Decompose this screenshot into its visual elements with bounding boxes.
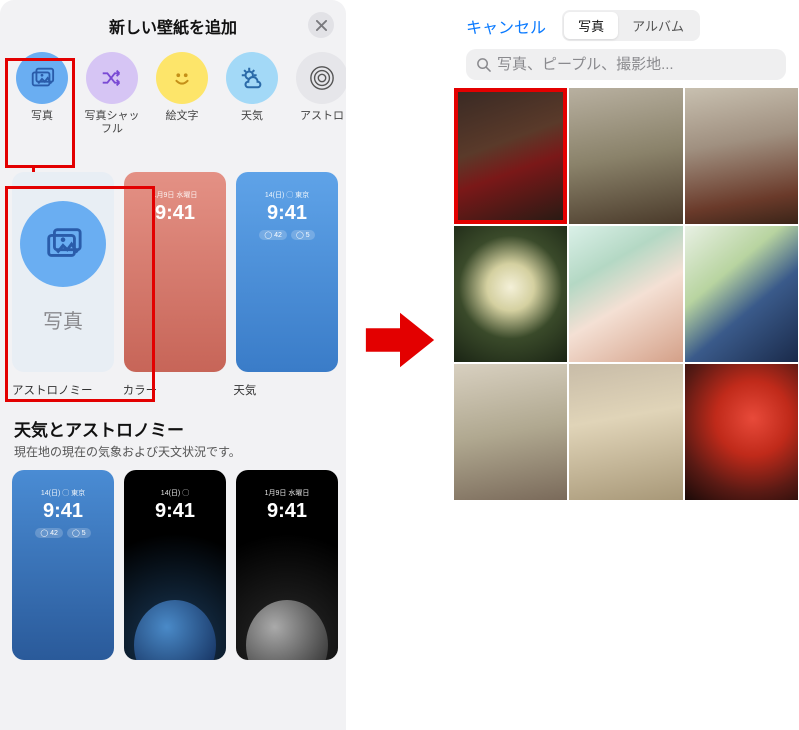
tile-widget-row: ◯ 42 ◯ 5: [22, 528, 104, 538]
add-wallpaper-screen: 新しい壁紙を追加 写真: [0, 0, 346, 730]
photo-thumbnail[interactable]: [454, 364, 567, 500]
search-input[interactable]: [497, 56, 776, 73]
photo-thumbnail[interactable]: [569, 88, 682, 224]
astronomy-icon: [309, 65, 335, 91]
caption-weather: 天気: [233, 382, 334, 398]
category-row: 写真 写真シャッフル: [0, 48, 346, 142]
category-emoji[interactable]: 絵文字: [154, 52, 210, 136]
tile-date-label: 14(日) ◯ 東京: [12, 488, 114, 498]
category-label: アストロ: [300, 110, 344, 123]
modal-header: 新しい壁紙を追加: [0, 0, 346, 48]
tile-time-label: 9:41: [236, 202, 338, 225]
wallpaper-tile-weather[interactable]: 14(日) ◯ 東京 9:41 ◯ 42 ◯ 5: [236, 172, 338, 372]
tile-weather-live[interactable]: 14(日) ◯ 東京 9:41 ◯ 42 ◯ 5: [12, 470, 114, 660]
category-label: 絵文字: [166, 110, 199, 123]
category-astronomy[interactable]: アストロ: [294, 52, 346, 136]
photo-thumbnail-selected[interactable]: [454, 88, 567, 224]
search-bar: [454, 49, 798, 88]
wallpaper-preview-row: 写真 1月9日 水曜日 9:41 14(日) ◯ 東京 9:41 ◯ 42 ◯ …: [0, 142, 346, 378]
tab-photos[interactable]: 写真: [564, 12, 618, 39]
tile-time-label: 9:41: [236, 500, 338, 523]
emoji-smile-icon: [169, 65, 195, 91]
tile-earth[interactable]: 14(日) ◯ 9:41: [124, 470, 226, 660]
photo-thumbnail[interactable]: [685, 226, 798, 362]
category-label: 天気: [241, 110, 263, 123]
wallpaper-caption-row: アストロノミー カラー 天気: [0, 378, 346, 398]
wallpaper-tile-photo-label: 写真: [43, 305, 83, 334]
widget-cond: ◯ 5: [67, 528, 91, 538]
widget-temp: ◯ 42: [35, 528, 63, 538]
moon-graphic: [246, 600, 328, 660]
tile-time-label: 9:41: [124, 202, 226, 225]
tile-moon[interactable]: 1月9日 水曜日 9:41: [236, 470, 338, 660]
photo-picker-screen: キャンセル 写真 アルバム: [454, 0, 798, 730]
section-subtitle: 現在地の現在の気象および天文状況です。: [0, 443, 346, 470]
photo-thumbnail[interactable]: [685, 364, 798, 500]
tab-albums[interactable]: アルバム: [618, 12, 698, 39]
category-photo[interactable]: 写真: [14, 52, 70, 136]
photo-gallery-icon: [43, 224, 83, 264]
section-title: 天気とアストロノミー: [0, 398, 346, 443]
wallpaper-tile-photo[interactable]: 写真: [12, 172, 114, 372]
search-field[interactable]: [466, 49, 786, 80]
photo-thumbnail[interactable]: [454, 226, 567, 362]
photo-thumbnail[interactable]: [685, 88, 798, 224]
segmented-control: 写真 アルバム: [562, 10, 700, 41]
earth-graphic: [134, 600, 216, 660]
photo-gallery-icon: [29, 65, 55, 91]
tile-time-label: 9:41: [12, 500, 114, 523]
widget-cond: ◯ 5: [291, 230, 315, 240]
caption-astronomy: アストロノミー: [12, 382, 113, 398]
category-weather[interactable]: 天気: [224, 52, 280, 136]
modal-title: 新しい壁紙を追加: [109, 14, 237, 38]
tile-date-label: 14(日) ◯: [124, 488, 226, 498]
search-icon: [476, 57, 491, 72]
category-shuffle[interactable]: 写真シャッフル: [84, 52, 140, 136]
tile-date-label: 14(日) ◯ 東京: [236, 190, 338, 200]
arrow-right-icon: [361, 301, 439, 379]
wallpaper-tile-color[interactable]: 1月9日 水曜日 9:41: [124, 172, 226, 372]
widget-temp: ◯ 42: [259, 230, 287, 240]
close-icon: [316, 20, 327, 31]
caption-color: カラー: [123, 382, 224, 398]
photo-thumbnail[interactable]: [569, 226, 682, 362]
photo-grid: [454, 88, 798, 500]
close-button[interactable]: [308, 12, 334, 38]
cancel-button[interactable]: キャンセル: [466, 14, 546, 38]
weather-astronomy-row: 14(日) ◯ 東京 9:41 ◯ 42 ◯ 5 14(日) ◯ 9:41 1月…: [0, 470, 346, 660]
category-label: 写真: [31, 110, 53, 123]
tile-date-label: 1月9日 水曜日: [124, 190, 226, 200]
category-label: 写真シャッフル: [84, 110, 140, 136]
picker-header: キャンセル 写真 アルバム: [454, 0, 798, 49]
tile-date-label: 1月9日 水曜日: [236, 488, 338, 498]
shuffle-icon: [99, 65, 125, 91]
arrow-indicator: [346, 0, 454, 730]
tile-widget-row: ◯ 42 ◯ 5: [246, 230, 328, 240]
photo-thumbnail[interactable]: [569, 364, 682, 500]
tile-time-label: 9:41: [124, 500, 226, 523]
weather-sun-cloud-icon: [239, 65, 265, 91]
